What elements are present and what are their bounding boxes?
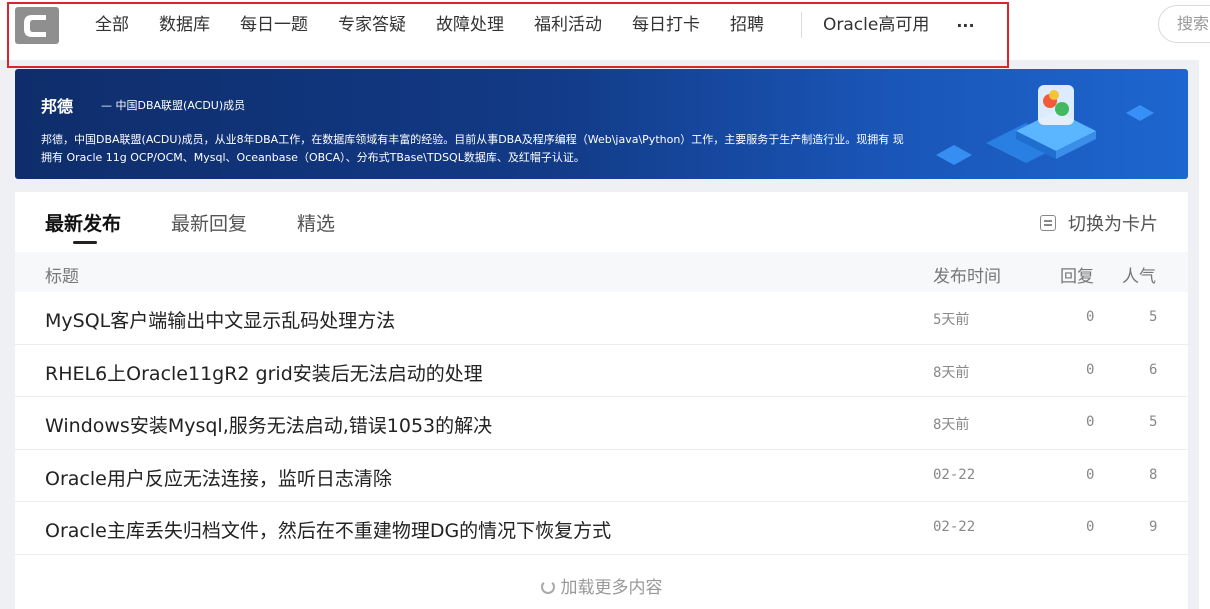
tab-latest-replies[interactable]: 最新回复 — [171, 209, 247, 244]
nav-item-daily-question[interactable]: 每日一题 — [225, 8, 323, 42]
table-row[interactable]: Oracle用户反应无法连接，监听日志清除 02-22 0 8 — [15, 450, 1188, 502]
row-time: 02-22 — [933, 466, 976, 483]
row-reply-count: 0 — [1086, 309, 1095, 325]
author-subtitle: — 中国DBA联盟(ACDU)成员 — [101, 99, 246, 112]
card-switch-icon — [1040, 215, 1056, 231]
c-logo-icon[interactable] — [15, 7, 59, 44]
right-sidebar-edge — [1199, 60, 1210, 609]
row-reply-count: 0 — [1086, 466, 1095, 483]
row-reply-count: 0 — [1086, 361, 1095, 378]
nav-item-oracle-ha[interactable]: Oracle高可用 — [808, 8, 944, 42]
row-time: 5天前 — [933, 312, 970, 328]
header-title: 标题 — [45, 267, 79, 287]
nav-item-database[interactable]: 数据库 — [144, 8, 225, 42]
article-list-card: 最新发布 最新回复 精选 切换为卡片 标题 发布时间 回复 人气 MySQL客户… — [15, 192, 1188, 609]
row-popularity: 5 — [1149, 309, 1158, 325]
table-body: MySQL客户端输出中文显示乱码处理方法 5天前 0 5 RHEL6上Oracl… — [15, 292, 1188, 555]
more-menu-icon[interactable]: ··· — [944, 16, 986, 35]
load-more-button[interactable]: 加载更多内容 — [15, 573, 1188, 598]
search-input[interactable]: 搜索 — [1158, 5, 1210, 43]
nav-item-troubleshooting[interactable]: 故障处理 — [421, 8, 519, 42]
row-time: 02-22 — [933, 519, 976, 535]
nav-item-jobs[interactable]: 招聘 — [715, 8, 779, 42]
table-row[interactable]: Windows安装Mysql,服务无法启动,错误1053的解决 8天前 0 5 — [15, 397, 1188, 450]
tab-featured[interactable]: 精选 — [297, 209, 335, 244]
author-banner: 邦德 — 中国DBA联盟(ACDU)成员 邦德，中国DBA联盟(ACDU)成员，… — [15, 69, 1188, 179]
database-illustration-icon — [936, 85, 1154, 165]
row-popularity: 6 — [1149, 361, 1158, 378]
row-popularity: 8 — [1149, 466, 1158, 483]
row-time: 8天前 — [933, 417, 970, 433]
nav-item-events[interactable]: 福利活动 — [519, 8, 617, 42]
table-row[interactable]: RHEL6上Oracle11gR2 grid安装后无法启动的处理 8天前 0 6 — [15, 345, 1188, 397]
author-name: 邦德 — [41, 97, 74, 116]
nav-item-expert-qa[interactable]: 专家答疑 — [323, 8, 421, 42]
nav-item-checkin[interactable]: 每日打卡 — [617, 8, 715, 42]
row-popularity: 5 — [1149, 414, 1158, 430]
row-reply-count: 0 — [1086, 519, 1095, 535]
table-row[interactable]: MySQL客户端输出中文显示乱码处理方法 5天前 0 5 — [15, 292, 1188, 345]
table-header: 标题 发布时间 回复 人气 — [15, 252, 1188, 292]
nav-divider — [801, 12, 802, 38]
category-nav: 全部 数据库 每日一题 专家答疑 故障处理 福利活动 每日打卡 招聘 Oracl… — [80, 8, 987, 42]
list-tabs: 最新发布 最新回复 精选 — [45, 209, 385, 244]
row-title[interactable]: MySQL客户端输出中文显示乱码处理方法 — [45, 306, 395, 333]
header-time: 发布时间 — [933, 267, 1001, 287]
row-title[interactable]: RHEL6上Oracle11gR2 grid安装后无法启动的处理 — [45, 359, 483, 386]
nav-item-all[interactable]: 全部 — [80, 8, 144, 42]
row-time: 8天前 — [933, 364, 970, 381]
switch-to-card-button[interactable]: 切换为卡片 — [1040, 210, 1158, 236]
tab-latest-posts[interactable]: 最新发布 — [45, 209, 121, 244]
row-title[interactable]: Oracle用户反应无法连接，监听日志清除 — [45, 464, 392, 491]
refresh-icon — [540, 580, 555, 594]
load-more-label: 加载更多内容 — [560, 578, 663, 598]
row-reply-count: 0 — [1086, 414, 1095, 430]
author-description: 邦德，中国DBA联盟(ACDU)成员，从业8年DBA工作，在数据库领域有丰富的经… — [41, 133, 904, 164]
row-title[interactable]: Oracle主库丢失归档文件，然后在不重建物理DG的情况下恢复方式 — [45, 516, 611, 543]
switch-label: 切换为卡片 — [1068, 214, 1158, 235]
top-navigation: 全部 数据库 每日一题 专家答疑 故障处理 福利活动 每日打卡 招聘 Oracl… — [0, 0, 1210, 60]
table-row[interactable]: Oracle主库丢失归档文件，然后在不重建物理DG的情况下恢复方式 02-22 … — [15, 502, 1188, 555]
header-reply: 回复 — [1060, 267, 1094, 287]
header-popularity: 人气 — [1122, 267, 1156, 287]
row-title[interactable]: Windows安装Mysql,服务无法启动,错误1053的解决 — [45, 411, 492, 438]
row-popularity: 9 — [1149, 519, 1158, 535]
